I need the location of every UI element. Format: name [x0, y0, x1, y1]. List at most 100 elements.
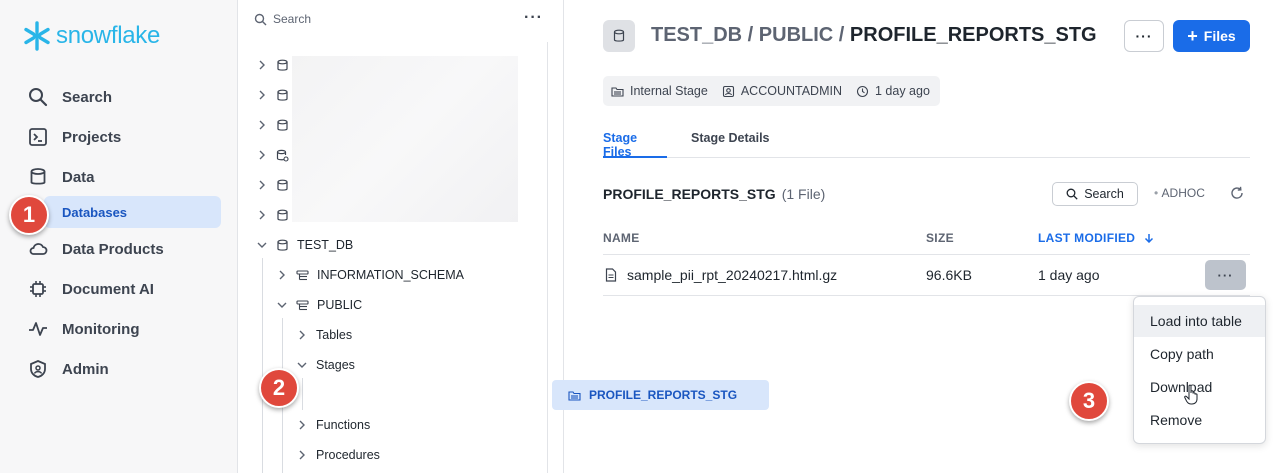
stage-tabs: Stage Files Stage Details — [603, 128, 1250, 159]
files-section-stage-name: PROFILE_REPORTS_STG — [603, 186, 776, 202]
tree-row-information-schema[interactable]: INFORMATION_SCHEMA — [276, 260, 464, 290]
nav-item-label: Data Products — [62, 240, 164, 258]
tree-row-test-db[interactable]: TEST_DB — [256, 230, 353, 260]
nav-item-monitoring[interactable]: Monitoring — [28, 313, 139, 345]
menu-item-load-into-table[interactable]: Load into table — [1134, 305, 1265, 337]
chevron-down-icon[interactable] — [256, 239, 268, 251]
column-header-last-modified[interactable]: LAST MODIFIED — [1038, 231, 1154, 245]
warehouse-selector[interactable]: • ADHOC — [1154, 186, 1205, 200]
file-name[interactable]: sample_pii_rpt_20240217.html.gz — [627, 267, 837, 283]
tree-row-label: TEST_DB — [297, 238, 354, 252]
tree-search-input[interactable]: Search — [254, 10, 311, 28]
column-header-label: LAST MODIFIED — [1038, 231, 1136, 245]
tree-row-label: Tables — [316, 328, 353, 342]
files-search-button[interactable]: Search — [1052, 182, 1138, 206]
nav-item-label: Search — [62, 88, 113, 106]
database-icon — [277, 209, 288, 221]
tree-row-procedures[interactable]: Procedures — [296, 440, 380, 470]
tree-row-database[interactable] — [256, 50, 297, 80]
tree-row-label: Stages — [316, 358, 355, 372]
menu-item-copy-path[interactable]: Copy path — [1134, 338, 1265, 370]
tree-row-tables[interactable]: Tables — [296, 320, 352, 350]
chevron-right-icon[interactable] — [256, 149, 268, 161]
tab-stage-details[interactable]: Stage Details — [691, 128, 770, 158]
snowflake-logo-icon — [24, 21, 50, 51]
nav-item-label: Document AI — [62, 280, 154, 298]
stage-detail-panel: TEST_DB / PUBLIC / PROFILE_REPORTS_STG ·… — [564, 0, 1285, 473]
refresh-icon[interactable] — [1230, 186, 1244, 200]
current-object-name: PROFILE_REPORTS_STG — [849, 24, 1097, 46]
chevron-right-icon[interactable] — [256, 59, 268, 71]
chevron-down-icon[interactable] — [296, 359, 308, 371]
tree-row-database[interactable] — [256, 80, 297, 110]
snowflake-logo[interactable]: snowflake — [22, 20, 160, 52]
nav-subitem-databases[interactable]: Databases — [44, 196, 221, 228]
stage-type: Internal Stage — [630, 84, 708, 98]
projects-icon — [29, 128, 47, 146]
tab-stage-files[interactable]: Stage Files — [603, 128, 667, 159]
tree-more-button[interactable]: ··· — [524, 9, 543, 27]
shared-database-icon — [276, 149, 289, 162]
chevron-right-icon[interactable] — [276, 269, 288, 281]
nav-item-document-ai[interactable]: Document AI — [28, 273, 154, 305]
chevron-right-icon[interactable] — [296, 419, 308, 431]
tree-guide-line — [262, 258, 263, 473]
step-badge-3: 3 — [1069, 381, 1109, 421]
redacted-database-names — [292, 56, 518, 222]
chevron-right-icon[interactable] — [256, 179, 268, 191]
table-header-divider — [603, 254, 1250, 255]
menu-item-remove[interactable]: Remove — [1134, 404, 1265, 436]
chevron-right-icon[interactable] — [256, 89, 268, 101]
tree-row-database[interactable] — [256, 110, 297, 140]
tree-row-shared-database[interactable] — [256, 140, 297, 170]
chevron-right-icon[interactable] — [296, 449, 308, 461]
search-icon — [29, 88, 48, 107]
files-search-label: Search — [1084, 187, 1124, 201]
more-actions-button[interactable]: ··· — [1124, 20, 1164, 52]
stage-created: 1 day ago — [875, 84, 930, 98]
nav-item-admin[interactable]: Admin — [28, 353, 109, 385]
chevron-down-icon[interactable] — [276, 299, 288, 311]
tree-row-stages[interactable]: Stages — [296, 350, 355, 380]
stage-object-icon — [603, 20, 635, 52]
cloud-icon — [29, 243, 48, 255]
nav-item-data-products[interactable]: Data Products — [28, 233, 164, 265]
database-icon — [277, 119, 288, 131]
database-icon — [613, 29, 625, 42]
chevron-right-icon[interactable] — [296, 329, 308, 341]
tree-row-database[interactable] — [256, 170, 297, 200]
tree-row-public-schema[interactable]: PUBLIC — [276, 290, 362, 320]
clock-icon — [856, 85, 869, 97]
nav-item-search[interactable]: Search — [28, 81, 112, 113]
add-files-label: Files — [1203, 28, 1236, 44]
plus-icon: + — [1187, 25, 1198, 46]
file-last-modified: 1 day ago — [1038, 267, 1100, 283]
left-navigation: snowflake Search Projects Data Databases… — [0, 0, 238, 473]
database-icon — [277, 89, 288, 101]
database-icon — [30, 168, 46, 185]
breadcrumb-path[interactable]: TEST_DB / PUBLIC / — [651, 24, 850, 46]
tree-scrollbar-track[interactable] — [547, 42, 548, 473]
chevron-right-icon[interactable] — [256, 209, 268, 221]
add-files-button[interactable]: + Files — [1173, 20, 1250, 52]
tree-row-functions[interactable]: Functions — [296, 410, 370, 440]
column-header-size[interactable]: SIZE — [926, 231, 954, 245]
stage-owner: ACCOUNTADMIN — [740, 84, 842, 98]
stage-icon — [611, 86, 624, 97]
tree-row-database[interactable] — [256, 200, 297, 230]
tree-search-placeholder: Search — [273, 12, 312, 26]
owner-role-icon — [722, 85, 734, 97]
file-row-more-button[interactable]: ··· — [1205, 260, 1246, 290]
search-icon — [1066, 188, 1078, 200]
database-icon — [277, 59, 288, 71]
nav-item-data[interactable]: Data — [28, 161, 95, 193]
column-header-name[interactable]: NAME — [603, 231, 640, 245]
warehouse-name: ADHOC — [1161, 186, 1205, 200]
files-section-title: PROFILE_REPORTS_STG (1 File) — [603, 186, 825, 202]
nav-item-label: Monitoring — [62, 320, 140, 338]
tree-row-label: Functions — [316, 418, 371, 432]
tree-guide-line — [302, 378, 303, 410]
chevron-right-icon[interactable] — [256, 119, 268, 131]
file-context-menu: Load into table Copy path Download Remov… — [1133, 296, 1266, 444]
nav-item-projects[interactable]: Projects — [28, 121, 121, 153]
